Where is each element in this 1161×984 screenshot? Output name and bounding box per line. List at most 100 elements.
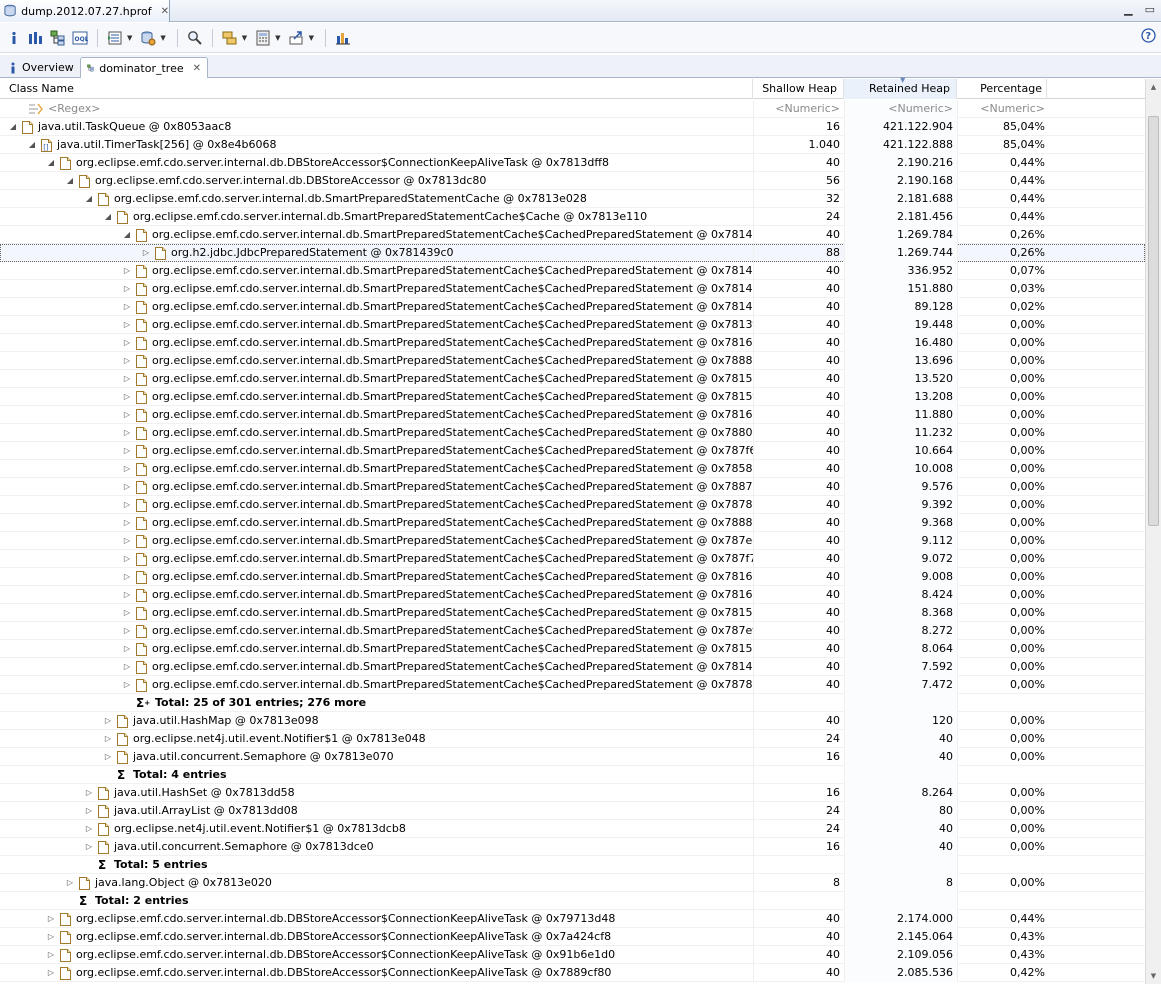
histogram-button[interactable]: [26, 28, 46, 48]
close-icon[interactable]: ✕: [161, 6, 169, 17]
tree-collapsed-icon[interactable]: ▷: [122, 514, 132, 532]
table-row[interactable]: ▷ org.eclipse.emf.cdo.server.internal.db.…: [0, 622, 1145, 640]
scroll-down-icon[interactable]: ▼: [1146, 968, 1161, 984]
class-name-cell[interactable]: ▷ org.eclipse.emf.cdo.server.internal.db.…: [0, 658, 753, 676]
class-name-cell[interactable]: ▷ org.eclipse.emf.cdo.server.internal.db.…: [0, 514, 753, 532]
class-name-cell[interactable]: ▷ org.eclipse.emf.cdo.server.internal.db.…: [0, 280, 753, 298]
class-name-cell[interactable]: ▷ org.eclipse.emf.cdo.server.internal.db.…: [0, 928, 753, 946]
table-row[interactable]: ▷ org.eclipse.emf.cdo.server.internal.db.…: [0, 658, 1145, 676]
column-header-percentage[interactable]: Percentage: [957, 79, 1047, 99]
tree-collapsed-icon[interactable]: ▷: [122, 622, 132, 640]
class-name-cell[interactable]: ▷ org.eclipse.net4j.util.event.Notifier$1…: [0, 730, 753, 748]
tree-collapsed-icon[interactable]: ▷: [122, 658, 132, 676]
class-name-cell[interactable]: ▷ org.eclipse.emf.cdo.server.internal.db.…: [0, 478, 753, 496]
overview-info-button[interactable]: [4, 28, 24, 48]
class-name-cell[interactable]: ▷ org.eclipse.emf.cdo.server.internal.db.…: [0, 676, 753, 694]
table-row[interactable]: ▷ org.eclipse.emf.cdo.server.internal.db.…: [0, 262, 1145, 280]
table-row[interactable]: ▷ org.eclipse.emf.cdo.server.internal.db.…: [0, 946, 1145, 964]
table-row[interactable]: ▷ org.eclipse.emf.cdo.server.internal.db.…: [0, 964, 1145, 982]
tree-collapsed-icon[interactable]: ▷: [122, 586, 132, 604]
class-name-cell[interactable]: ▷ org.eclipse.emf.cdo.server.internal.db.…: [0, 406, 753, 424]
table-row[interactable]: ▷ org.eclipse.emf.cdo.server.internal.db.…: [0, 352, 1145, 370]
class-name-cell[interactable]: ▷ org.eclipse.net4j.util.event.Notifier$1…: [0, 820, 753, 838]
calculate-retained-button[interactable]: [253, 28, 273, 48]
tree-expanded-icon[interactable]: ◢: [65, 172, 75, 190]
table-row[interactable]: ◢ org.eclipse.emf.cdo.server.internal.db.…: [0, 190, 1145, 208]
table-row[interactable]: ▷ org.eclipse.emf.cdo.server.internal.db.…: [0, 406, 1145, 424]
total-row[interactable]: Σ Total: 5 entries: [0, 856, 1145, 874]
table-row[interactable]: ▷ java.util.concurrent.Semaphore @ 0x7813…: [0, 838, 1145, 856]
tree-collapsed-icon[interactable]: ▷: [122, 316, 132, 334]
tree-collapsed-icon[interactable]: ▷: [122, 334, 132, 352]
class-name-cell[interactable]: Σ Total: 5 entries: [0, 856, 753, 874]
chevron-down-icon[interactable]: ▼: [309, 34, 314, 42]
table-row[interactable]: ◢ org.eclipse.emf.cdo.server.internal.db.…: [0, 208, 1145, 226]
table-row[interactable]: ▷ org.eclipse.emf.cdo.server.internal.db.…: [0, 478, 1145, 496]
class-name-cell[interactable]: ▷ org.eclipse.emf.cdo.server.internal.db.…: [0, 388, 753, 406]
tree-collapsed-icon[interactable]: ▷: [122, 496, 132, 514]
table-row[interactable]: ▷ org.eclipse.emf.cdo.server.internal.db.…: [0, 460, 1145, 478]
class-name-cell[interactable]: Σ Total: 2 entries: [0, 892, 753, 910]
class-name-cell[interactable]: ▷ org.eclipse.emf.cdo.server.internal.db.…: [0, 298, 753, 316]
table-row[interactable]: ▷ org.eclipse.emf.cdo.server.internal.db.…: [0, 496, 1145, 514]
class-name-cell[interactable]: ▷ java.util.HashMap @ 0x7813e098: [0, 712, 753, 730]
table-row[interactable]: ▷ org.eclipse.net4j.util.event.Notifier$1…: [0, 730, 1145, 748]
table-row[interactable]: ◢ [] java.util.TimerTask[256] @ 0x8e4b6068…: [0, 136, 1145, 154]
total-row[interactable]: Σ Total: 4 entries: [0, 766, 1145, 784]
tree-collapsed-icon[interactable]: ▷: [122, 442, 132, 460]
filter-percentage-cell[interactable]: <Numeric>: [957, 100, 1047, 118]
filter-shallow-heap-cell[interactable]: <Numeric>: [753, 100, 844, 118]
class-name-cell[interactable]: ▷ org.eclipse.emf.cdo.server.internal.db.…: [0, 568, 753, 586]
tree-collapsed-icon[interactable]: ▷: [46, 964, 56, 982]
table-row[interactable]: ▷ org.eclipse.emf.cdo.server.internal.db.…: [0, 676, 1145, 694]
tree-expanded-icon[interactable]: ◢: [103, 208, 113, 226]
scroll-up-icon[interactable]: ▲: [1146, 79, 1161, 95]
class-name-cell[interactable]: ▷ org.eclipse.emf.cdo.server.internal.db.…: [0, 442, 753, 460]
column-header-class-name[interactable]: Class Name: [0, 79, 753, 99]
table-row[interactable]: ▷ org.eclipse.emf.cdo.server.internal.db.…: [0, 370, 1145, 388]
run-query-button[interactable]: [138, 28, 158, 48]
scrollbar-thumb[interactable]: [1148, 116, 1159, 526]
class-name-cell[interactable]: ▷ org.eclipse.emf.cdo.server.internal.db.…: [0, 910, 753, 928]
class-name-cell[interactable]: Σ+ Total: 25 of 301 entries; 276 more: [0, 694, 753, 712]
class-name-cell[interactable]: ▷ org.eclipse.emf.cdo.server.internal.db.…: [0, 550, 753, 568]
tree-collapsed-icon[interactable]: ▷: [141, 244, 151, 262]
tree-collapsed-icon[interactable]: ▷: [122, 262, 132, 280]
table-row[interactable]: ▷ java.util.concurrent.Semaphore @ 0x7813…: [0, 748, 1145, 766]
class-name-cell[interactable]: ▷ org.eclipse.emf.cdo.server.internal.db.…: [0, 262, 753, 280]
minimize-icon[interactable]: ▁: [1124, 3, 1132, 16]
table-row[interactable]: ▷ org.eclipse.emf.cdo.server.internal.db.…: [0, 640, 1145, 658]
filter-class-name-cell[interactable]: <Regex>: [0, 100, 753, 118]
class-name-cell[interactable]: ◢ org.eclipse.emf.cdo.server.internal.db.…: [0, 172, 753, 190]
table-row[interactable]: ▷ org.eclipse.emf.cdo.server.internal.db.…: [0, 298, 1145, 316]
tree-collapsed-icon[interactable]: ▷: [103, 730, 113, 748]
table-row[interactable]: ▷ org.eclipse.emf.cdo.server.internal.db.…: [0, 388, 1145, 406]
dominator-tree-button[interactable]: [48, 28, 68, 48]
class-name-cell[interactable]: ▷ org.eclipse.emf.cdo.server.internal.db.…: [0, 424, 753, 442]
tree-collapsed-icon[interactable]: ▷: [84, 802, 94, 820]
tree-collapsed-icon[interactable]: ▷: [122, 532, 132, 550]
tab-overview[interactable]: Overview: [3, 57, 80, 78]
tree-collapsed-icon[interactable]: ▷: [122, 568, 132, 586]
table-row[interactable]: ▷ org.eclipse.emf.cdo.server.internal.db.…: [0, 910, 1145, 928]
class-name-cell[interactable]: ◢ org.eclipse.emf.cdo.server.internal.db.…: [0, 208, 753, 226]
tree-collapsed-icon[interactable]: ▷: [46, 928, 56, 946]
group-by-button[interactable]: [220, 28, 240, 48]
class-name-cell[interactable]: ▷ org.eclipse.emf.cdo.server.internal.db.…: [0, 946, 753, 964]
total-row[interactable]: Σ+ Total: 25 of 301 entries; 276 more: [0, 694, 1145, 712]
close-icon[interactable]: ✕: [193, 63, 201, 74]
class-name-cell[interactable]: ▷ org.eclipse.emf.cdo.server.internal.db.…: [0, 370, 753, 388]
tree-collapsed-icon[interactable]: ▷: [65, 874, 75, 892]
table-row[interactable]: ▷ java.util.HashSet @ 0x7813dd58 16 8.264 0,…: [0, 784, 1145, 802]
table-row[interactable]: ▷ org.eclipse.emf.cdo.server.internal.db.…: [0, 568, 1145, 586]
maximize-icon[interactable]: ▭: [1145, 3, 1155, 16]
filter-retained-heap-cell[interactable]: <Numeric>: [844, 100, 957, 118]
heap-dump-history-button[interactable]: [333, 28, 353, 48]
table-row[interactable]: ◢ org.eclipse.emf.cdo.server.internal.db.…: [0, 226, 1145, 244]
class-name-cell[interactable]: ▷ org.eclipse.emf.cdo.server.internal.db.…: [0, 316, 753, 334]
tree-collapsed-icon[interactable]: ▷: [122, 280, 132, 298]
tree-expanded-icon[interactable]: ◢: [8, 118, 18, 136]
class-name-cell[interactable]: ▷ org.eclipse.emf.cdo.server.internal.db.…: [0, 460, 753, 478]
tree-collapsed-icon[interactable]: ▷: [103, 712, 113, 730]
chevron-down-icon[interactable]: ▼: [275, 34, 280, 42]
